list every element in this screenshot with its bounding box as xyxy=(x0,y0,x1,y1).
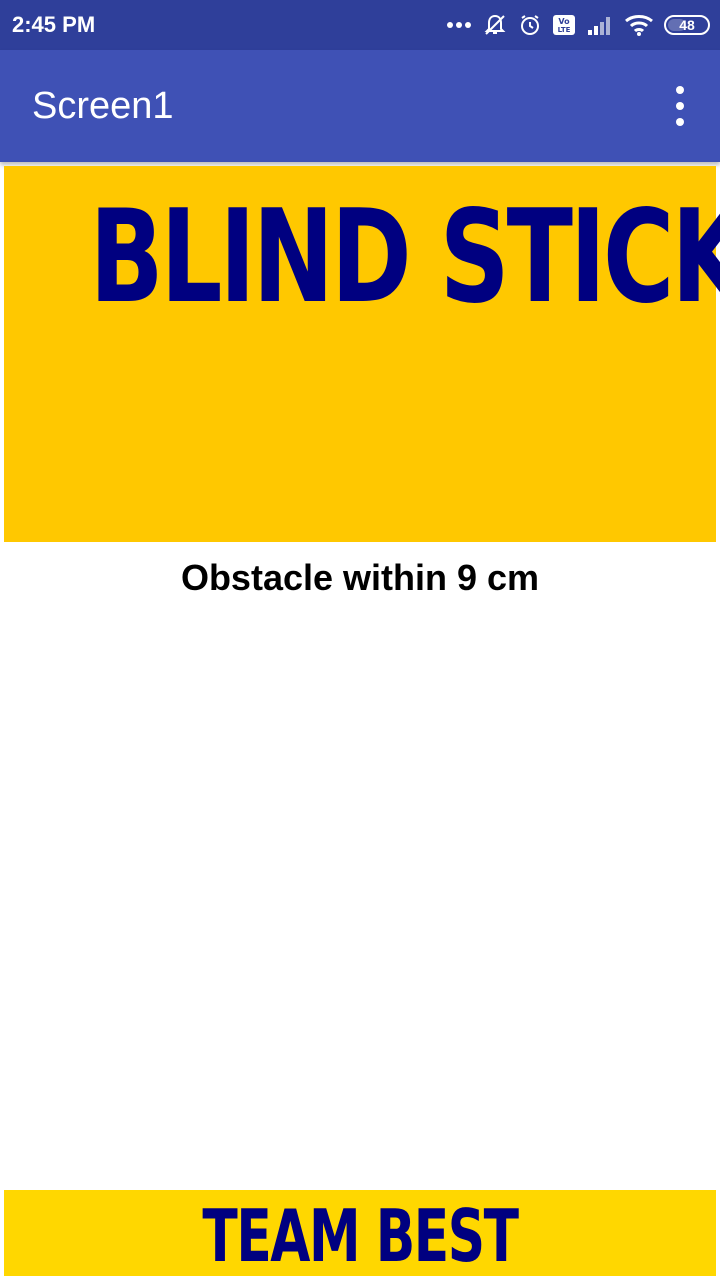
footer-banner: TEAM BEST xyxy=(4,1190,716,1276)
battery-icon: 48 xyxy=(664,15,710,35)
overflow-menu-icon[interactable] xyxy=(662,86,698,126)
signal-icon xyxy=(586,14,614,36)
more-dots-icon xyxy=(446,21,472,29)
header-banner: BLIND STICK xyxy=(4,166,720,542)
menu-dot xyxy=(676,118,684,126)
menu-dot xyxy=(676,102,684,110)
menu-dot xyxy=(676,86,684,94)
status-icons: Vo LTE 48 xyxy=(446,10,710,40)
battery-level: 48 xyxy=(679,17,695,33)
svg-text:LTE: LTE xyxy=(558,26,571,34)
status-bar: 2:45 PM Vo LTE 48 xyxy=(0,0,720,50)
status-time: 2:45 PM xyxy=(12,12,96,37)
footer-title: TEAM BEST xyxy=(202,1194,519,1278)
obstacle-distance-label: Obstacle within 9 cm xyxy=(180,557,540,598)
alarm-icon xyxy=(518,13,542,37)
volte-icon: Vo LTE xyxy=(552,14,576,36)
banner-title: BLIND STICK xyxy=(89,183,720,332)
wifi-icon xyxy=(624,13,654,37)
app-title: Screen1 xyxy=(32,85,174,127)
app-screen: 2:45 PM Vo LTE 48 Screen1 BLIND STICK Ob… xyxy=(0,0,720,1280)
notifications-off-icon xyxy=(482,12,508,38)
app-bar: Screen1 xyxy=(0,50,720,162)
svg-text:Vo: Vo xyxy=(558,17,570,26)
